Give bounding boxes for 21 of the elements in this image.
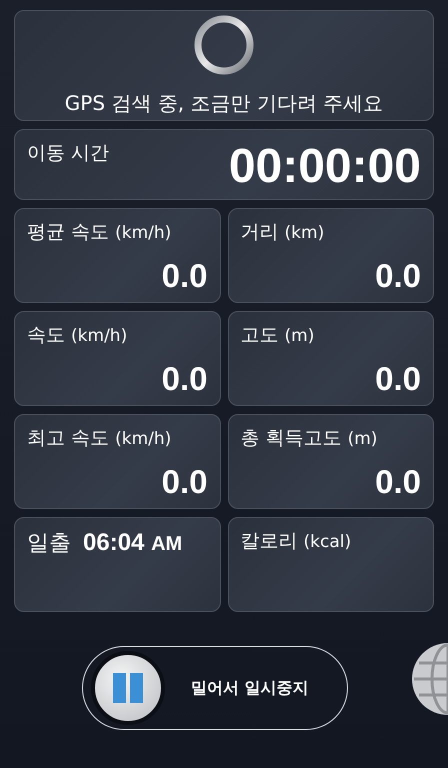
loading-spinner-icon bbox=[193, 14, 255, 76]
stat-value: 0.0 bbox=[162, 259, 208, 292]
stat-value: 06:04 AM bbox=[83, 529, 182, 557]
swipe-pause-button[interactable]: 밀어서 일시중지 bbox=[82, 646, 348, 730]
stat-value: 0.0 bbox=[162, 465, 208, 498]
stat-value: 0.0 bbox=[375, 465, 421, 498]
stat-label: 칼로리 (kcal) bbox=[240, 529, 352, 554]
stat-label: 총 획득고도 (m) bbox=[240, 426, 378, 451]
stat-label: 평균 속도 (km/h) bbox=[27, 220, 172, 245]
stat-value: 0.0 bbox=[375, 259, 421, 292]
moving-time-label: 이동 시간 bbox=[27, 141, 110, 166]
stat-label: 최고 속도 (km/h) bbox=[27, 426, 172, 451]
gps-status-message: GPS 검색 중, 조금만 기다려 주세요 bbox=[64, 90, 384, 118]
stat-label: 고도 (m) bbox=[240, 323, 316, 348]
pause-icon[interactable] bbox=[91, 651, 165, 725]
moving-time-value: 00:00:00 bbox=[228, 143, 421, 191]
stat-label: 일출 bbox=[27, 530, 71, 558]
stat-label: 속도 (km/h) bbox=[27, 323, 128, 348]
stat-label: 거리 (km) bbox=[240, 220, 326, 245]
stat-value: 0.0 bbox=[375, 362, 421, 395]
stat-value: 0.0 bbox=[162, 362, 208, 395]
